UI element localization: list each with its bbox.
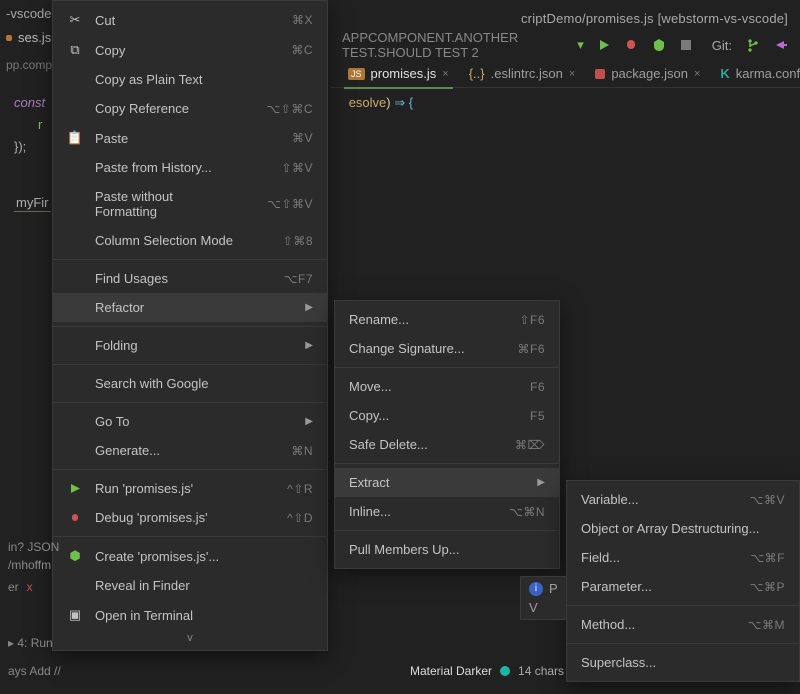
menu-separator [53, 469, 327, 470]
menu-item-generate[interactable]: Generate...⌘N [53, 436, 327, 465]
error-mark: x [27, 580, 33, 594]
menu-item-safe-delete[interactable]: Safe Delete...⌘⌦ [335, 430, 559, 459]
tab-label: .eslintrc.json [491, 66, 563, 81]
git-push-icon[interactable] [774, 38, 788, 52]
theme-label[interactable]: Material Darker [410, 664, 492, 678]
symbol-highlight: myFir [14, 194, 51, 212]
terminal-text: er [8, 580, 19, 594]
json-icon [595, 69, 605, 79]
js-file-icon [6, 35, 12, 41]
git-label: Git: [712, 38, 732, 53]
code-text: r [38, 117, 42, 132]
scroll-down-icon[interactable]: v [53, 630, 327, 646]
editor-tab-label: ses.js [18, 30, 51, 45]
menu-item-copy-plain[interactable]: Copy as Plain Text [53, 65, 327, 94]
tab-eslintrc[interactable]: {..} .eslintrc.json × [459, 60, 586, 88]
info-popup: iP V [520, 576, 567, 620]
tab-close-icon[interactable]: × [442, 68, 448, 80]
editor-tabs: JS promises.js × {..} .eslintrc.json × p… [330, 60, 800, 88]
menu-item-run[interactable]: Run 'promises.js'^⇧R [53, 474, 327, 503]
tab-close-icon[interactable]: × [694, 68, 700, 80]
menu-item-column-select[interactable]: Column Selection Mode⇧⌘8 [53, 226, 327, 255]
selection-chars: 14 chars [518, 664, 564, 678]
menu-item-open-terminal[interactable]: ▣Open in Terminal [53, 600, 327, 630]
project-tag: -vscode [6, 6, 52, 21]
menu-item-goto[interactable]: Go To▶ [53, 407, 327, 436]
menu-separator [567, 643, 799, 644]
chevron-right-icon: ▶ [305, 302, 313, 313]
menu-separator [335, 530, 559, 531]
copy-icon: ⧉ [67, 42, 83, 58]
menu-separator [53, 402, 327, 403]
tab-label: karma.conf.js [736, 66, 800, 81]
karma-icon: K [720, 66, 729, 81]
chevron-right-icon: ▶ [305, 340, 313, 351]
tab-karma[interactable]: K karma.conf.js × [710, 60, 800, 88]
popup-text: V [529, 600, 538, 615]
js-icon: JS [348, 68, 365, 80]
menu-item-find-usages[interactable]: Find Usages⌥F7 [53, 264, 327, 293]
tab-promises[interactable]: JS promises.js × [338, 60, 459, 88]
code-text: }); [14, 139, 26, 154]
menu-item-search-google[interactable]: Search with Google [53, 369, 327, 398]
menu-item-inline[interactable]: Inline...⌥⌘N [335, 497, 559, 526]
menu-separator [335, 367, 559, 368]
run-config-label[interactable]: APPCOMPONENT.ANOTHER TEST.SHOULD TEST 2 [342, 30, 563, 60]
menu-separator [53, 326, 327, 327]
tab-label: package.json [611, 66, 688, 81]
menu-item-paste[interactable]: 📋Paste⌘V [53, 123, 327, 153]
menu-item-move[interactable]: Move...F6 [335, 372, 559, 401]
tool-window-run[interactable]: ▸ 4: Run [8, 636, 53, 650]
arrow: ⇒ { [391, 95, 413, 110]
chevron-right-icon: ▶ [537, 477, 545, 488]
git-branch-icon[interactable] [746, 38, 760, 52]
menu-separator [567, 605, 799, 606]
menu-item-folding[interactable]: Folding▶ [53, 331, 327, 360]
menu-separator [53, 536, 327, 537]
menu-separator [53, 364, 327, 365]
menu-item-debug[interactable]: Debug 'promises.js'^⇧D [53, 503, 327, 532]
tab-label: promises.js [371, 66, 437, 81]
menu-item-change-signature[interactable]: Change Signature...⌘F6 [335, 334, 559, 363]
window-title: criptDemo/promises.js [webstorm-vs-vscod… [521, 11, 788, 26]
menu-item-paste-noformat[interactable]: Paste without Formatting⌥⇧⌘V [53, 182, 327, 226]
menu-item-copyref[interactable]: Copy...F5 [335, 401, 559, 430]
menu-item-refactor[interactable]: Refactor▶ [53, 293, 327, 322]
chevron-right-icon: ▶ [305, 416, 313, 427]
debug-icon[interactable] [624, 37, 638, 53]
menu-separator [53, 259, 327, 260]
bug-icon [67, 512, 83, 524]
terminal-icon: ▣ [67, 607, 83, 623]
menu-item-copy[interactable]: ⧉Copy⌘C [53, 35, 327, 65]
keyword: const [14, 95, 45, 110]
terminal-text: /mhoffm [8, 558, 51, 572]
menu-item-copy-ref[interactable]: Copy Reference⌥⇧⌘C [53, 94, 327, 123]
run-icon [67, 483, 83, 494]
theme-indicator-icon [500, 666, 510, 676]
stop-icon[interactable] [680, 37, 692, 53]
menu-item-cut[interactable]: ✂Cut⌘X [53, 5, 327, 35]
tab-close-icon[interactable]: × [569, 68, 575, 80]
menu-item-method[interactable]: Method...⌥⌘M [567, 610, 799, 639]
info-icon: i [529, 582, 543, 596]
coverage-icon[interactable] [652, 37, 666, 53]
paste-icon: 📋 [67, 130, 83, 146]
terminal-text: in? JSON [8, 540, 59, 554]
context-menu-refactor: Rename...⇧F6 Change Signature...⌘F6 Move… [334, 300, 560, 569]
run-icon[interactable] [598, 37, 610, 53]
scissors-icon: ✂ [67, 12, 83, 28]
braces-icon: {..} [469, 66, 485, 81]
popup-text: P [549, 581, 558, 596]
menu-item-paste-history[interactable]: Paste from History...⇧⌘V [53, 153, 327, 182]
menu-item-destructuring[interactable]: Object or Array Destructuring... [567, 514, 799, 543]
menu-separator [335, 463, 559, 464]
vcs-hint: ays Add // [8, 664, 61, 678]
menu-item-rename[interactable]: Rename...⇧F6 [335, 305, 559, 334]
identifier: esolve [349, 95, 387, 110]
tab-package[interactable]: package.json × [585, 60, 710, 88]
run-config-dropdown[interactable]: ▾ [577, 37, 584, 53]
menu-item-variable[interactable]: Variable...⌥⌘V [567, 485, 799, 514]
menu-item-extract[interactable]: Extract▶ [335, 468, 559, 497]
